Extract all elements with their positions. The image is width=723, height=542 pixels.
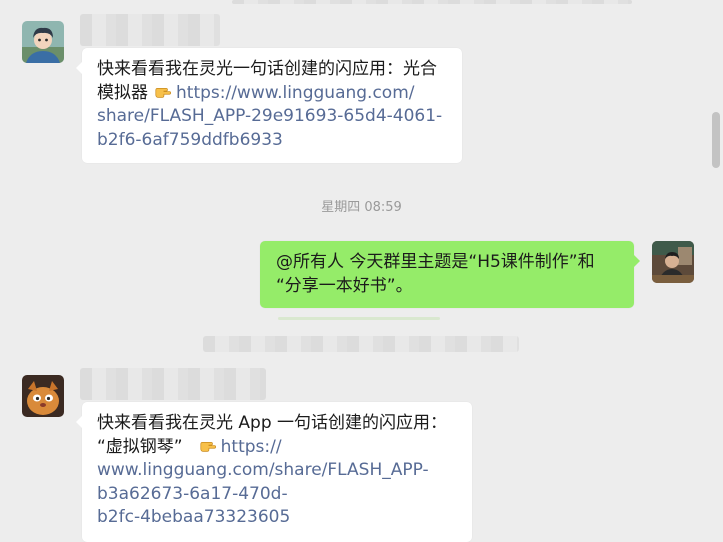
timestamp: 星期四 08:59 <box>321 200 402 215</box>
share-link[interactable]: b3a62673-6a17-470d- <box>97 483 458 507</box>
message-text: “分享一本好书”。 <box>276 275 413 296</box>
avatar-self[interactable] <box>652 241 694 283</box>
backhand-index-pointing-right-icon <box>200 441 216 452</box>
message-bubble-outgoing[interactable]: @所有人 今天群里主题是“H5课件制作”和 “分享一本好书”。 <box>260 241 640 308</box>
message-text: 模拟器 <box>97 82 148 103</box>
avatar-image <box>22 21 64 63</box>
message-text: 快来看看我在灵光 App 一句话创建的闪应用： <box>97 413 448 433</box>
message-text: “虚拟钢琴” <box>97 436 183 457</box>
blurred-sender-name <box>80 368 266 400</box>
divider <box>278 317 440 320</box>
avatar[interactable] <box>22 21 64 63</box>
avatar-image <box>652 241 694 283</box>
message-bubble-incoming[interactable]: 快来看看我在灵光一句话创建的闪应用：光合 模拟器 https://www.lin… <box>76 48 462 163</box>
message-text: 快来看看我在灵光一句话创建的闪应用：光合 <box>97 59 437 79</box>
share-link[interactable]: b2f6-6af759ddfb6933 <box>97 129 448 153</box>
blurred-system-message <box>203 336 519 352</box>
share-link[interactable]: www.lingguang.com/share/FLASH_APP- <box>97 459 458 483</box>
backhand-index-pointing-right-icon <box>155 87 172 98</box>
share-link[interactable]: share/FLASH_APP-29e91693-65d4-4061- <box>97 105 448 129</box>
message-text: @所有人 今天群里主题是“H5课件制作”和 <box>276 252 595 272</box>
blurred-top-fragment <box>232 0 632 4</box>
scrollbar-thumb[interactable] <box>712 112 720 168</box>
blurred-sender-name <box>80 14 220 46</box>
avatar[interactable] <box>22 375 64 417</box>
share-link[interactable]: b2fc-4bebaa73323605 <box>97 506 458 530</box>
share-link[interactable]: https://www.lingguang.com/ <box>176 83 415 103</box>
avatar-image <box>22 375 64 417</box>
share-link[interactable]: https:// <box>221 437 282 457</box>
message-bubble-incoming[interactable]: 快来看看我在灵光 App 一句话创建的闪应用： “虚拟钢琴” https:// … <box>76 402 472 542</box>
